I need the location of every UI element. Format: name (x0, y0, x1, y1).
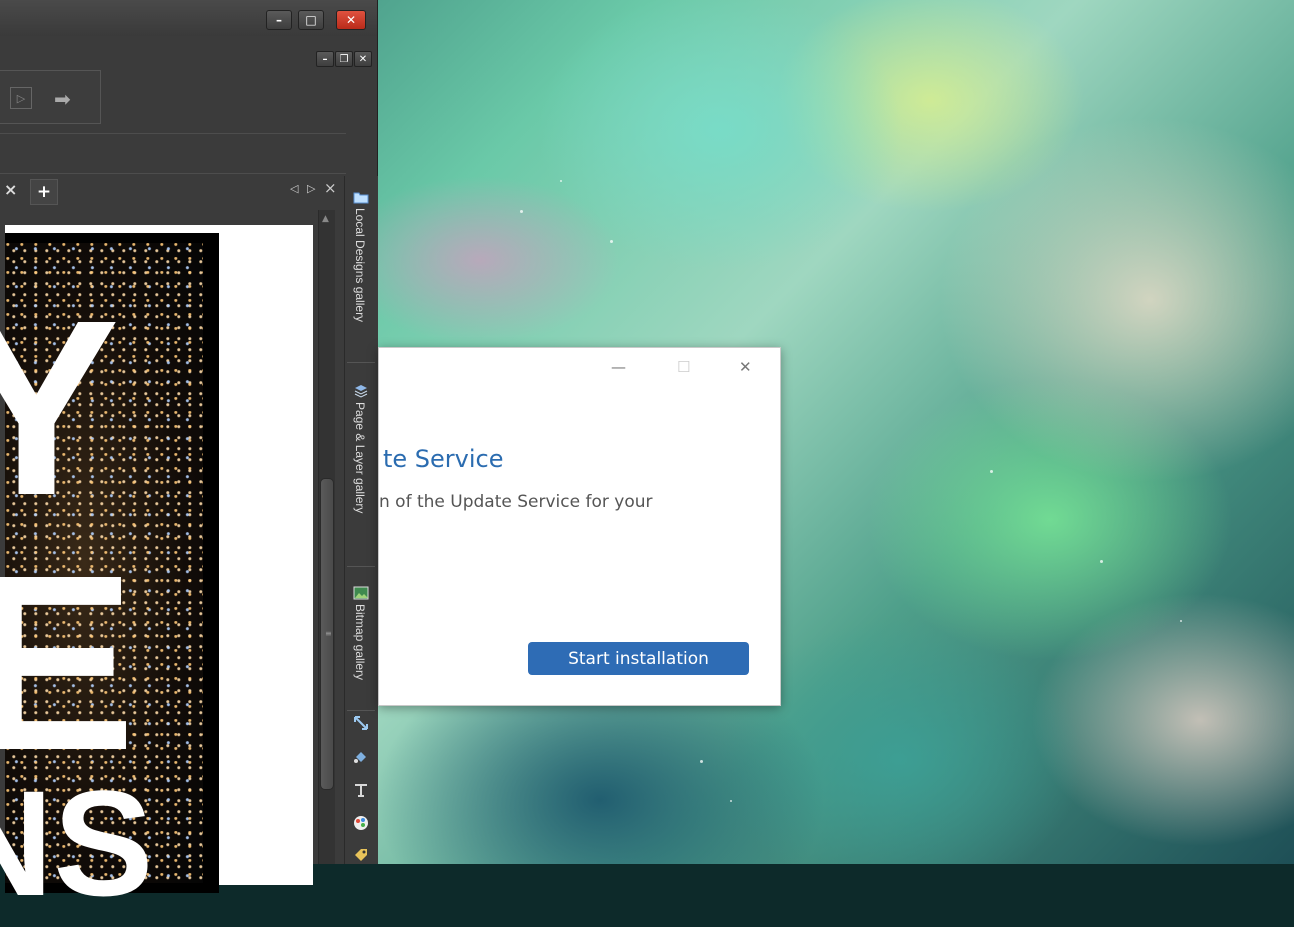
gallery-tab-local-designs[interactable]: Local Designs gallery (347, 184, 375, 363)
fill-tool-icon[interactable] (350, 746, 372, 768)
dialog-title: te Service (383, 445, 504, 473)
gallery-tab-page-layer[interactable]: Page & Layer gallery (347, 378, 375, 567)
start-installation-button[interactable]: Start installation (528, 642, 749, 675)
gallery-tab-bitmap[interactable]: Bitmap gallery (347, 580, 375, 711)
new-tab-button[interactable]: + (30, 179, 58, 205)
color-palette-icon[interactable] (350, 812, 372, 834)
dialog-minimize-button[interactable]: — (611, 358, 626, 376)
tab-scroll-left-icon[interactable]: ◁ (290, 182, 298, 195)
window-maximize-button[interactable]: □ (298, 10, 324, 30)
gallery-label: Page & Layer gallery (353, 402, 367, 514)
divider (0, 133, 346, 134)
poster-letter: E (0, 523, 136, 802)
document-canvas[interactable]: Y E NS (0, 210, 318, 918)
poster-letter: NS (0, 759, 154, 927)
tabs-close-icon[interactable]: × (324, 179, 337, 197)
app-titlebar: – □ ✕ (0, 0, 377, 36)
document-restore-button[interactable]: ❐ (335, 51, 353, 67)
gallery-label: Bitmap gallery (353, 604, 367, 681)
tag-icon[interactable] (350, 844, 372, 866)
gallery-label: Local Designs gallery (353, 208, 367, 323)
text-tool-icon[interactable] (350, 779, 372, 801)
gallery-sidebar: Local Designs gallery Page & Layer galle… (344, 176, 378, 864)
toolbar-panel: ▷ ➡ (0, 70, 101, 124)
vertical-scrollbar[interactable]: ▲ ≡ (318, 210, 335, 864)
transform-tool-icon[interactable] (350, 712, 372, 734)
scroll-up-icon[interactable]: ▲ (322, 214, 329, 224)
tab-scroll-right-icon[interactable]: ▷ (307, 182, 315, 195)
bitmap-icon (353, 586, 369, 600)
document-page: Y E NS (0, 225, 313, 918)
forward-arrow-icon[interactable]: ➡ (54, 87, 71, 111)
dialog-close-button[interactable]: ✕ (739, 358, 752, 376)
toolbar-slot-icon[interactable]: ▷ (10, 87, 32, 109)
document-minimize-button[interactable]: – (316, 51, 334, 67)
dialog-description: n of the Update Service for your (379, 492, 653, 512)
window-close-button[interactable]: ✕ (336, 10, 366, 30)
dialog-maximize-button[interactable]: ☐ (677, 358, 690, 376)
update-service-dialog: — ☐ ✕ te Service n of the Update Service… (378, 347, 781, 706)
scrollbar-thumb[interactable]: ≡ (320, 478, 334, 790)
poster-letter: Y (0, 268, 120, 547)
divider (0, 173, 346, 174)
folder-icon (353, 192, 369, 204)
document-close-button[interactable]: ✕ (354, 51, 372, 67)
layers-icon (354, 385, 368, 398)
poster-artwork: Y E NS (0, 233, 219, 918)
design-app-window: – □ ✕ – ❐ ✕ ▷ ➡ × + ◁ ▷ × Y E NS ▲ ≡ (0, 0, 378, 918)
tab-close-button[interactable]: × (4, 180, 26, 204)
window-minimize-button[interactable]: – (266, 10, 292, 30)
document-tabstrip: × + ◁ ▷ × (0, 176, 346, 208)
grip-icon: ≡ (325, 629, 332, 638)
